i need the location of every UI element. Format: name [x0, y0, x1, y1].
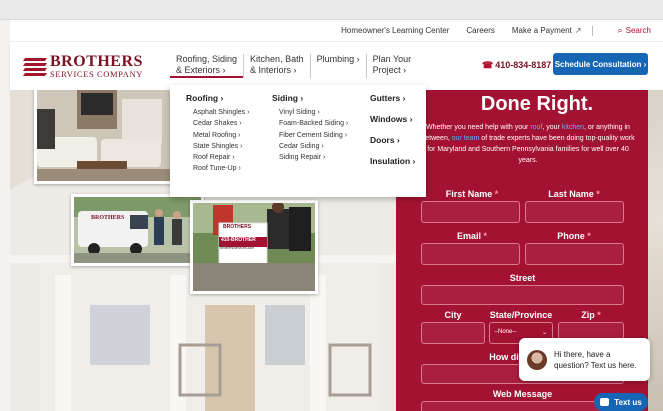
nav-plan-your-project[interactable]: Plan Your Project › [365, 54, 418, 78]
phone-label: Phone * [557, 231, 591, 241]
menu-cedar-shakes[interactable]: Cedar Shakes › [186, 118, 249, 129]
phone-number: 410-834-8187 [495, 60, 552, 70]
first-name-label: First Name * [445, 189, 499, 199]
zip-label: Zip * [581, 310, 601, 320]
menu-state-shingles[interactable]: State Shingles › [186, 141, 249, 152]
menu-siding-repair[interactable]: Siding Repair › [272, 152, 348, 163]
yard-sign-photo: BROTHERS 410-BROTHER BrothersServices.co… [190, 200, 318, 294]
text-us-label: Text us [614, 397, 642, 407]
logo-line-2: SERVICES COMPANY [50, 69, 143, 79]
payment-link[interactable]: Make a Payment ↗ [512, 26, 582, 35]
state-label: State/Province [489, 310, 553, 320]
menu-asphalt-shingles[interactable]: Asphalt Shingles › [186, 107, 249, 118]
menu-doors[interactable]: Doors › [370, 135, 415, 145]
brothers-logo[interactable]: BROTHERS SERVICES COMPANY [22, 54, 143, 79]
form-intro: Whether you need help with your roof, yo… [421, 124, 635, 164]
careers-link[interactable]: Careers [466, 26, 494, 35]
email-input[interactable] [421, 243, 520, 265]
search-link[interactable]: ⌕ Search [601, 25, 651, 36]
crew-van-photo: BROTHERS [71, 194, 204, 266]
roofing-column: Roofing › Asphalt Shingles › Cedar Shake… [186, 93, 249, 175]
learning-center-link[interactable]: Homeowner's Learning Center [341, 26, 449, 35]
menu-fiber-cement-siding[interactable]: Fiber Cement Siding › [272, 130, 348, 141]
menu-cedar-siding[interactable]: Cedar Siding › [272, 141, 348, 152]
sign-url-label: BrothersServices.com [220, 246, 255, 250]
browser-chrome [0, 0, 663, 20]
menu-metal-roofing[interactable]: Metal Roofing › [186, 130, 249, 141]
living-room-image [37, 90, 171, 181]
logo-text: BROTHERS SERVICES COMPANY [50, 54, 143, 79]
roof-link[interactable]: roof [530, 124, 542, 131]
menu-insulation[interactable]: Insulation › [370, 156, 415, 166]
menu-foam-backed-siding[interactable]: Foam-Backed Siding › [272, 118, 348, 129]
logo-stripes-icon [22, 56, 48, 77]
main-nav: Roofing, Siding & Exteriors › Kitchen, B… [170, 54, 417, 78]
sign-phone-label: 410-BROTHER [221, 237, 256, 243]
menu-roof-repair[interactable]: Roof Repair › [186, 152, 249, 163]
menu-windows[interactable]: Windows › [370, 114, 415, 124]
nav-roofing-siding-exteriors[interactable]: Roofing, Siding & Exteriors › [170, 54, 244, 78]
crew-van-image [74, 197, 201, 263]
external-link-icon: ↗ [574, 26, 582, 35]
chat-agent-avatar [527, 349, 547, 370]
form-heading: Done Right. [480, 93, 594, 115]
siding-heading[interactable]: Siding › [272, 93, 348, 103]
city-input[interactable] [421, 322, 485, 344]
search-label: Search [625, 26, 651, 35]
sign-brand-label: BROTHERS [223, 224, 252, 230]
menu-gutters[interactable]: Gutters › [370, 93, 415, 103]
phone-icon: ☎ [482, 60, 494, 70]
van-brand-label: BROTHERS [91, 215, 125, 221]
last-name-input[interactable] [525, 201, 624, 223]
siding-column: Siding › Vinyl Siding › Foam-Backed Sidi… [272, 93, 348, 163]
living-room-photo [34, 90, 174, 184]
chevron-down-icon: ⌄ [541, 330, 547, 336]
menu-vinyl-siding[interactable]: Vinyl Siding › [272, 107, 348, 118]
city-label: City [444, 310, 462, 320]
phone-input[interactable] [525, 243, 624, 265]
search-icon: ⌕ [617, 25, 623, 35]
roofing-heading[interactable]: Roofing › [186, 93, 249, 103]
schedule-consultation-button[interactable]: Schedule Consultation › [553, 53, 648, 75]
payment-link-label: Make a Payment [511, 26, 572, 35]
roofing-mega-menu: Roofing › Asphalt Shingles › Cedar Shake… [170, 85, 426, 197]
last-name-label: Last Name * [548, 189, 600, 199]
first-name-input[interactable] [421, 201, 520, 223]
chat-bubble-icon [600, 398, 610, 406]
site-header: BROTHERS SERVICES COMPANY Roofing, Sidin… [10, 42, 663, 90]
state-select-value: --None-- [494, 329, 517, 335]
divider [591, 25, 593, 36]
chat-popup[interactable]: Hi there, have a question? Text us here. [519, 338, 650, 381]
menu-roof-tune-up[interactable]: Roof Tune-Up › [186, 163, 249, 174]
street-label: Street [509, 273, 536, 283]
email-label: Email * [456, 231, 488, 241]
chat-message: Hi there, have a question? Text us here. [554, 349, 637, 370]
web-message-label: Web Message [492, 389, 553, 399]
utility-bar: Homeowner's Learning Center Careers Make… [10, 20, 663, 42]
street-input[interactable] [421, 285, 624, 305]
text-us-button[interactable]: Text us [594, 393, 648, 411]
nav-plumbing[interactable]: Plumbing › [309, 54, 366, 78]
kitchen-link[interactable]: kitchen [562, 124, 584, 131]
logo-line-1: BROTHERS [50, 53, 143, 70]
other-services-column: Gutters › Windows › Doors › Insulation › [370, 93, 415, 170]
our-team-link[interactable]: our team [452, 135, 480, 142]
phone-link[interactable]: ☎ 410-834-8187 [482, 60, 551, 71]
nav-kitchen-bath-interiors[interactable]: Kitchen, Bath & Interiors › [243, 54, 310, 78]
